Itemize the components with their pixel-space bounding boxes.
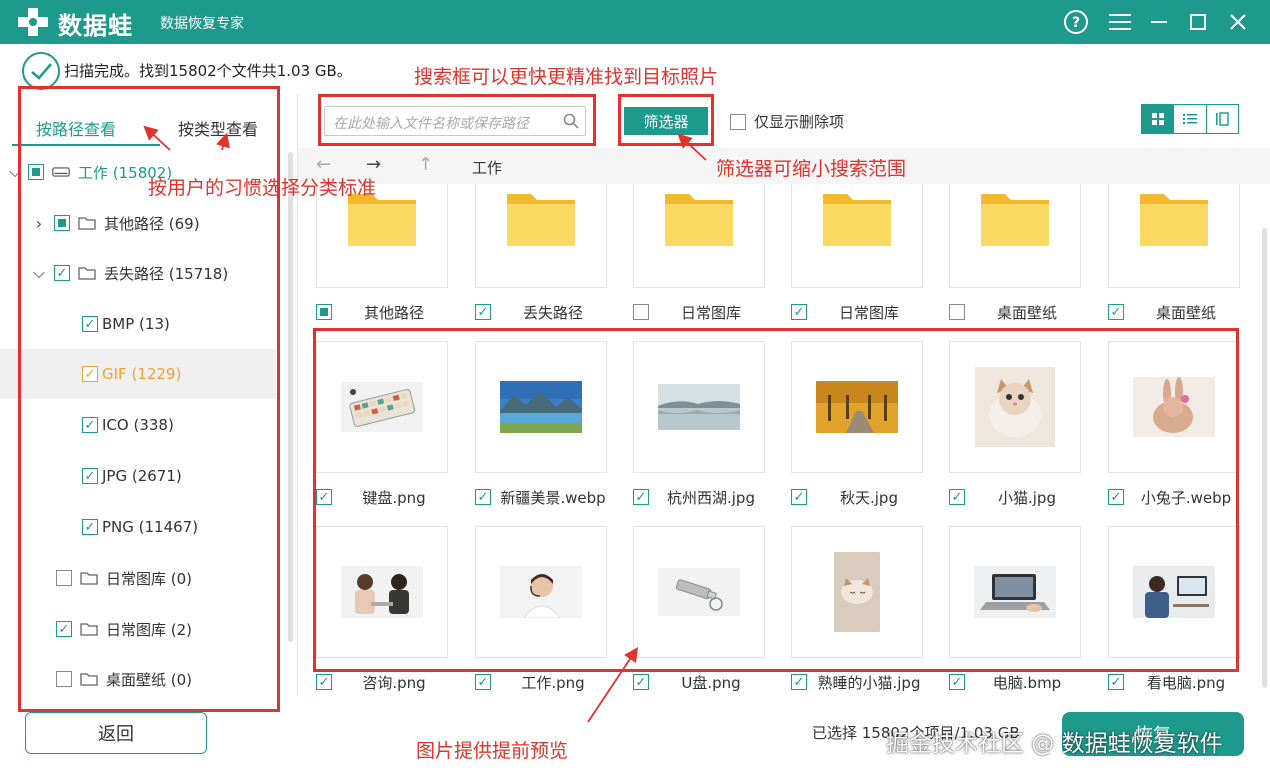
back-arrow-icon[interactable]: ←: [316, 154, 331, 175]
checkbox[interactable]: [949, 304, 965, 320]
only-deleted-label: 仅显示删除项: [754, 113, 845, 131]
forward-arrow-icon[interactable]: →: [366, 154, 381, 175]
list-view-icon[interactable]: [1174, 105, 1207, 133]
checkbox[interactable]: ✓: [475, 304, 491, 320]
grid-view-icon[interactable]: [1142, 105, 1175, 133]
svg-text:?: ?: [1072, 15, 1080, 31]
app-logo-icon: [18, 8, 48, 36]
help-icon[interactable]: ?: [1062, 8, 1090, 36]
annotation-classify-tip: 按用户的习惯选择分类标准: [148, 177, 377, 199]
folder-name: 桌面壁纸: [996, 303, 1057, 322]
image-name: 电脑.bmp: [992, 673, 1062, 692]
checkbox[interactable]: ✓: [633, 674, 649, 690]
folder-icon: [823, 194, 891, 246]
annotation-preview-tip: 图片提供提前预览: [416, 740, 569, 762]
image-caption[interactable]: ✓ U盘.png: [633, 671, 765, 693]
checkbox[interactable]: ✓: [791, 674, 807, 690]
annotation-filter-tip: 筛选器可缩小搜索范围: [716, 158, 907, 180]
content-scrollbar[interactable]: [1262, 228, 1267, 688]
minimize-icon[interactable]: [1146, 8, 1174, 36]
folder-name: 桌面壁纸: [1155, 303, 1216, 322]
checkbox[interactable]: ✓: [1108, 304, 1124, 320]
folder-tile[interactable]: [475, 184, 607, 288]
folder-name: 其他路径: [363, 303, 424, 322]
checkbox[interactable]: ✓: [949, 674, 965, 690]
menu-icon[interactable]: [1106, 8, 1134, 36]
image-caption[interactable]: ✓ 熟睡的小猫.jpg: [791, 671, 923, 693]
checkbox[interactable]: ✓: [475, 674, 491, 690]
detail-view-icon[interactable]: [1207, 105, 1238, 133]
checkbox[interactable]: [730, 113, 746, 130]
image-caption[interactable]: ✓ 看电脑.png: [1108, 671, 1240, 693]
image-name: 熟睡的小猫.jpg: [817, 673, 921, 692]
folder-name: 丢失路径: [522, 303, 583, 322]
scan-status-text: 扫描完成。找到15802个文件共1.03 GB。: [64, 62, 352, 80]
annotation-box-search: [318, 94, 596, 146]
breadcrumb: 工作: [472, 159, 503, 177]
annotation-box-previews: [313, 328, 1239, 672]
image-caption[interactable]: ✓ 咨询.png: [316, 671, 448, 693]
checkbox[interactable]: ✓: [791, 304, 807, 320]
only-deleted-toggle[interactable]: 仅显示删除项: [730, 111, 844, 132]
app-subtitle: 数据恢复专家: [160, 16, 244, 32]
image-caption[interactable]: ✓ 电脑.bmp: [949, 671, 1081, 693]
folder-name: 日常图库: [680, 303, 741, 322]
folder-icon: [507, 194, 575, 246]
folder-tile[interactable]: [1108, 184, 1240, 288]
folder-caption[interactable]: ✓ 桌面壁纸: [1108, 301, 1240, 323]
image-name: 工作.png: [521, 673, 585, 692]
folder-tile[interactable]: [791, 184, 923, 288]
annotation-box-filter: [618, 94, 714, 146]
image-name: 看电脑.png: [1146, 673, 1226, 692]
folder-tile[interactable]: [949, 184, 1081, 288]
app-name: 数据蛙: [58, 12, 133, 40]
folder-caption[interactable]: 桌面壁纸: [949, 301, 1081, 323]
checkbox[interactable]: ✓: [316, 674, 332, 690]
checkbox[interactable]: [316, 304, 332, 320]
image-name: U盘.png: [681, 673, 741, 692]
image-caption[interactable]: ✓ 工作.png: [475, 671, 607, 693]
checkbox[interactable]: [633, 304, 649, 320]
folder-caption[interactable]: 其他路径: [316, 301, 448, 323]
title-bar: 数据蛙 数据恢复专家 ?: [0, 0, 1270, 44]
folder-tile[interactable]: [633, 184, 765, 288]
maximize-icon[interactable]: [1184, 8, 1212, 36]
image-name: 咨询.png: [362, 673, 426, 692]
folder-caption[interactable]: ✓ 日常图库: [791, 301, 923, 323]
folder-name: 日常图库: [838, 303, 899, 322]
scan-complete-icon: [22, 52, 60, 90]
annotation-search-tip: 搜索框可以更快更精准找到目标照片: [414, 66, 719, 88]
watermark: 掘金技术社区 @ 数据蛙恢复软件: [886, 731, 1223, 757]
folder-caption[interactable]: ✓ 丢失路径: [475, 301, 607, 323]
back-button[interactable]: 返回: [25, 712, 207, 754]
folder-caption[interactable]: 日常图库: [633, 301, 765, 323]
view-switcher: [1141, 104, 1239, 134]
checkbox[interactable]: ✓: [1108, 674, 1124, 690]
folder-icon: [981, 194, 1049, 246]
sidebar-scrollbar[interactable]: [288, 152, 293, 642]
folder-icon: [1140, 194, 1208, 246]
folder-icon: [665, 194, 733, 246]
close-icon[interactable]: [1224, 8, 1252, 36]
up-arrow-icon[interactable]: ↑: [418, 154, 433, 175]
